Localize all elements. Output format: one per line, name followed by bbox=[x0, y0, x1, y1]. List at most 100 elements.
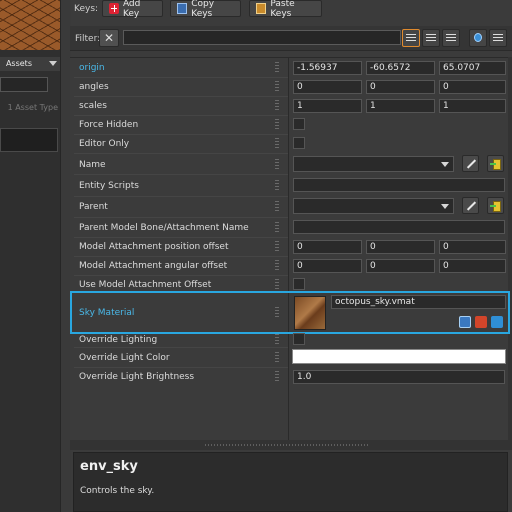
attach-ang-z-field[interactable]: 0 bbox=[439, 259, 506, 273]
asset-search-input[interactable] bbox=[0, 77, 48, 92]
override-light-color-swatch[interactable] bbox=[292, 349, 506, 364]
splitter-grip bbox=[205, 444, 370, 446]
origin-z-field[interactable]: 65.0707 bbox=[439, 61, 506, 75]
parent-picker-button[interactable] bbox=[462, 197, 479, 214]
copy-keys-button[interactable]: Copy Keys bbox=[170, 0, 241, 19]
paste-icon bbox=[256, 3, 267, 14]
row-grip[interactable] bbox=[275, 138, 279, 148]
attach-pos-y-field[interactable]: 0 bbox=[366, 240, 435, 254]
origin-y-field[interactable]: -60.6572 bbox=[366, 61, 435, 75]
attach-pos-x-field[interactable]: 0 bbox=[293, 240, 362, 254]
row-grip[interactable] bbox=[275, 279, 279, 289]
entity-scripts-field[interactable] bbox=[293, 178, 505, 192]
use-attach-offset-checkbox[interactable] bbox=[293, 278, 305, 290]
paste-keys-label: Paste Keys bbox=[270, 0, 295, 19]
assets-tab-label: Assets bbox=[5, 59, 32, 68]
prop-label-attach-angular: Model Attachment angular offset bbox=[79, 261, 228, 271]
row-grip[interactable] bbox=[275, 180, 279, 190]
sort-az-button[interactable] bbox=[422, 29, 440, 47]
parent-dropdown[interactable] bbox=[293, 198, 454, 214]
angles-y-field[interactable]: 0 bbox=[366, 80, 435, 94]
browse-asset-icon[interactable] bbox=[459, 316, 471, 328]
angles-x-field[interactable]: 0 bbox=[293, 80, 362, 94]
row-grip[interactable] bbox=[275, 62, 279, 72]
scales-z-field[interactable]: 1 bbox=[439, 99, 506, 113]
row-grip[interactable] bbox=[275, 222, 279, 232]
scales-y-field[interactable]: 1 bbox=[366, 99, 435, 113]
row-grip[interactable] bbox=[275, 371, 279, 381]
row-grip[interactable] bbox=[275, 119, 279, 129]
attach-ang-y-field[interactable]: 0 bbox=[366, 259, 435, 273]
sky-material-thumbnail[interactable] bbox=[294, 296, 326, 330]
sort-order-icon bbox=[446, 34, 456, 42]
row-grip[interactable] bbox=[275, 307, 279, 317]
copy-keys-label: Copy Keys bbox=[191, 0, 215, 19]
name-dropdown[interactable] bbox=[293, 156, 454, 172]
name-goto-button[interactable] bbox=[487, 155, 504, 172]
row-divider bbox=[74, 237, 288, 238]
row-divider bbox=[74, 256, 288, 257]
prop-label-entity-scripts: Entity Scripts bbox=[79, 181, 139, 191]
scrollbar[interactable] bbox=[508, 57, 512, 440]
force-hidden-checkbox[interactable] bbox=[293, 118, 305, 130]
asset-browser-icon[interactable] bbox=[491, 316, 503, 328]
open-asset-icon[interactable] bbox=[475, 316, 487, 328]
sky-material-field[interactable]: octopus_sky.vmat bbox=[331, 295, 506, 309]
row-grip[interactable] bbox=[275, 100, 279, 110]
add-key-button[interactable]: Add Key bbox=[102, 0, 163, 19]
row-grip[interactable] bbox=[275, 81, 279, 91]
row-grip[interactable] bbox=[275, 241, 279, 251]
io-button[interactable] bbox=[489, 29, 507, 47]
asset-type-filter[interactable]: 1 Asset Type bbox=[0, 103, 58, 112]
description-splitter[interactable] bbox=[70, 440, 512, 450]
parent-model-bone-field[interactable] bbox=[293, 220, 505, 234]
name-picker-button[interactable] bbox=[462, 155, 479, 172]
clear-filter-button[interactable]: ✕ bbox=[99, 29, 119, 47]
origin-x-field[interactable]: -1.56937 bbox=[293, 61, 362, 75]
close-icon: ✕ bbox=[103, 31, 115, 45]
hierarchy-button[interactable] bbox=[469, 29, 487, 47]
chevron-down-icon bbox=[49, 61, 57, 66]
filter-input[interactable] bbox=[123, 30, 401, 45]
list-view-button[interactable] bbox=[402, 29, 420, 47]
sort-order-button[interactable] bbox=[442, 29, 460, 47]
prop-label-editor-only: Editor Only bbox=[79, 139, 130, 149]
scales-x-field[interactable]: 1 bbox=[293, 99, 362, 113]
io-icon bbox=[493, 34, 503, 42]
override-light-brightness-field[interactable]: 1.0 bbox=[293, 370, 505, 384]
chevron-down-icon bbox=[441, 162, 449, 167]
filter-label: Filter: bbox=[75, 34, 101, 44]
sort-icon bbox=[426, 34, 436, 42]
hierarchy-icon bbox=[474, 33, 482, 42]
attach-ang-x-field[interactable]: 0 bbox=[293, 259, 362, 273]
copy-icon bbox=[177, 3, 188, 14]
override-lighting-checkbox[interactable] bbox=[293, 333, 305, 345]
row-divider bbox=[74, 217, 288, 218]
row-grip[interactable] bbox=[275, 159, 279, 169]
angles-z-field[interactable]: 0 bbox=[439, 80, 506, 94]
row-divider bbox=[74, 96, 288, 97]
prop-label-override-lighting: Override Lighting bbox=[79, 335, 158, 345]
attach-pos-z-field[interactable]: 0 bbox=[439, 240, 506, 254]
parent-goto-button[interactable] bbox=[487, 197, 504, 214]
entity-description: Controls the sky. bbox=[80, 486, 155, 496]
prop-label-parent-model-bone: Parent Model Bone/Attachment Name bbox=[79, 223, 249, 233]
chevron-down-icon bbox=[441, 204, 449, 209]
prop-label-angles: angles bbox=[79, 82, 109, 92]
prop-label-override-light-color: Override Light Color bbox=[79, 353, 170, 363]
editor-only-checkbox[interactable] bbox=[293, 137, 305, 149]
column-splitter[interactable] bbox=[288, 57, 289, 440]
prop-label-use-attach-offset: Use Model Attachment Offset bbox=[79, 280, 212, 290]
prop-label-force-hidden: Force Hidden bbox=[79, 120, 139, 130]
assets-tab[interactable]: Assets bbox=[0, 57, 60, 71]
entity-class-title: env_sky bbox=[80, 459, 138, 474]
row-grip[interactable] bbox=[275, 334, 279, 344]
keys-label: Keys: bbox=[74, 4, 99, 14]
paste-keys-button[interactable]: Paste Keys bbox=[249, 0, 322, 19]
description-panel: env_sky Controls the sky. bbox=[73, 452, 508, 512]
viewport-thumbnail[interactable] bbox=[0, 0, 60, 50]
asset-list[interactable] bbox=[0, 128, 58, 152]
row-grip[interactable] bbox=[275, 352, 279, 362]
row-grip[interactable] bbox=[275, 201, 279, 211]
row-grip[interactable] bbox=[275, 260, 279, 270]
